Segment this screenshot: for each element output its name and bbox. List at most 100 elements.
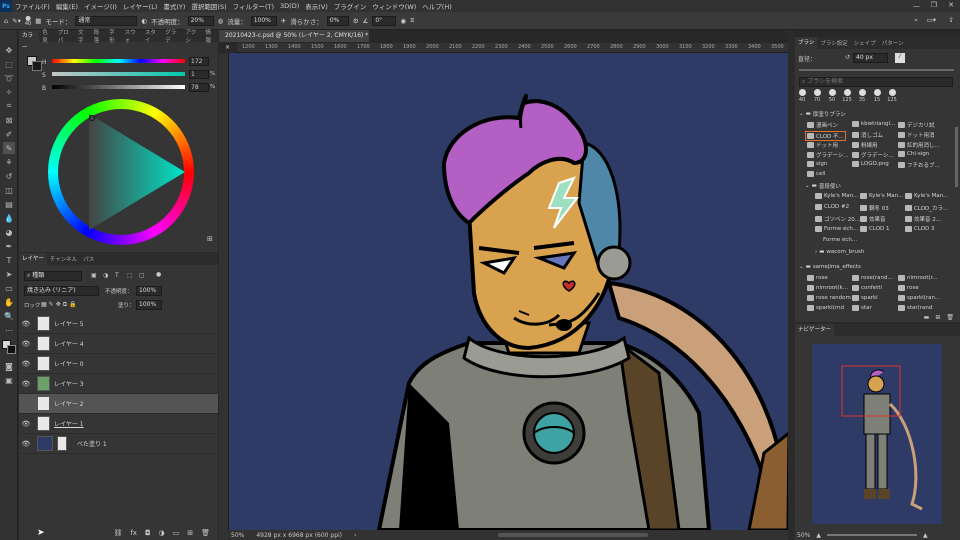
tab-styles[interactable]: スタイ [142, 28, 162, 44]
fx-icon[interactable]: fx [130, 529, 137, 537]
brush-item[interactable]: ドット用消 [898, 131, 935, 139]
flow-field[interactable]: 100% [250, 15, 277, 26]
quick-select-icon[interactable]: ✧ [3, 86, 15, 98]
tab-paragraph[interactable]: 段落 [91, 28, 107, 44]
preset-size[interactable]: 70 [810, 89, 824, 103]
brush-item[interactable]: nimroot(r... [898, 275, 938, 281]
link-icon[interactable]: ⛓ [113, 529, 122, 537]
hand-tool-icon[interactable]: ✋ [3, 296, 15, 308]
eraser-icon[interactable]: ◫ [3, 184, 15, 196]
layer-row[interactable]: 👁 べた塗り 1 [19, 434, 218, 454]
mask-icon[interactable]: ◘ [145, 529, 151, 537]
visibility-eye-icon[interactable]: 👁 [19, 340, 33, 348]
tab-character[interactable]: 文字 [75, 28, 91, 44]
preset-size[interactable]: 125 [885, 89, 899, 103]
brush-item[interactable]: 鋼冬 03 [860, 204, 889, 212]
share-icon[interactable]: ⇪ [949, 16, 954, 24]
brush-item[interactable]: star(rand [898, 305, 932, 311]
visibility-eye-icon[interactable]: 👁 [19, 420, 33, 428]
layer-opacity-field[interactable]: 100% [136, 286, 162, 296]
brush-preset-picker[interactable]: ● 40 [25, 14, 31, 26]
h-value-field[interactable]: 172 [189, 57, 209, 66]
maximize-icon[interactable]: ❐ [931, 1, 937, 9]
preset-size[interactable]: 50 [825, 89, 839, 103]
brush-item[interactable]: Kyle's Man... [815, 193, 858, 199]
brush-item[interactable]: CLOD_カラ... [905, 204, 948, 212]
navigator-zoom-slider[interactable] [826, 534, 917, 536]
brush-item[interactable]: 漫画ペン [807, 121, 838, 129]
brush-item[interactable]: rose random [807, 295, 851, 301]
brush-item[interactable]: グラデーシ... [852, 151, 894, 159]
lasso-tool-icon[interactable]: ➰ [3, 72, 15, 84]
filter-smart-icon[interactable]: ▢ [139, 272, 145, 279]
tab-navigator[interactable]: ナビゲーター [795, 324, 835, 336]
fill-field[interactable]: 100% [136, 300, 162, 310]
menu-window[interactable]: ウィンドウ(W) [369, 1, 419, 11]
layer-row[interactable]: 👁 レイヤー 3 [19, 374, 218, 394]
workspace-icon[interactable]: ▭▾ [927, 16, 936, 24]
tab-shape[interactable]: シェイプ [851, 39, 879, 47]
brush-item-selected[interactable]: CLOD 不... [805, 131, 846, 141]
menu-type[interactable]: 書式(Y) [160, 1, 188, 11]
document-info[interactable]: 4928 px x 6968 px (600 ppi) [256, 532, 342, 539]
menu-3d[interactable]: 3D(D) [277, 2, 302, 10]
menu-help[interactable]: ヘルプ(H) [419, 1, 454, 11]
marquee-tool-icon[interactable]: ⬚ [3, 58, 15, 70]
b-value-field[interactable]: 78 [189, 83, 209, 92]
brush-item[interactable]: 紅的用消し... [898, 141, 940, 149]
status-arrow-icon[interactable]: › [354, 532, 356, 539]
zoom-out-icon[interactable]: ▲ [816, 532, 821, 539]
zoom-in-icon[interactable]: ▲ [923, 532, 928, 539]
hue-slider[interactable] [52, 59, 185, 63]
visibility-eye-icon[interactable]: 👁 [19, 320, 33, 328]
tab-close-icon[interactable]: × [225, 44, 230, 51]
brush-item[interactable]: sparkl [852, 295, 878, 301]
size-slider[interactable] [799, 69, 954, 71]
brush-item[interactable]: デジカリ試 [898, 121, 935, 129]
preset-size[interactable]: 125 [840, 89, 854, 103]
pressure-size-icon[interactable]: ◉ [400, 17, 406, 25]
tab-pattern[interactable]: パターン [879, 39, 907, 47]
menu-filter[interactable]: フィルター(T) [230, 1, 277, 11]
move-tool-icon[interactable]: ✥ [3, 44, 15, 56]
brush-edit-icon[interactable]: ⁄ [895, 53, 905, 63]
brush-item[interactable]: グラデーシ... [807, 151, 849, 159]
blend-mode-select[interactable]: 焼き込み (リニア) [24, 286, 99, 296]
filter-adjust-icon[interactable]: ◑ [103, 272, 108, 279]
brush-item[interactable]: ドット用 [807, 141, 838, 149]
tab-glyphs[interactable]: 字形 [106, 28, 122, 44]
gradient-tool-icon[interactable]: ▤ [3, 198, 15, 210]
zoom-level[interactable]: 50% [231, 532, 244, 539]
navigator-preview[interactable] [812, 344, 942, 524]
lock-icons[interactable]: ▦✎✥⧉🔒 [41, 301, 78, 309]
crop-tool-icon[interactable]: ⌗ [3, 100, 15, 112]
brush-item[interactable]: Kyle's Man... [905, 193, 948, 199]
airbrush-icon[interactable]: ✈ [281, 17, 286, 25]
menu-view[interactable]: 表示(V) [302, 1, 331, 11]
bg-color-chip[interactable] [32, 61, 42, 71]
brush-group-header[interactable]: ⌄ ▬ 厚塗りブラシ [799, 110, 846, 118]
more-tools-icon[interactable]: ⋯ [3, 324, 15, 336]
brush-item[interactable]: nimroot(k... [807, 285, 848, 291]
tab-paths[interactable]: パス [80, 255, 97, 263]
angle-field[interactable]: 0° [372, 15, 397, 26]
layer-row[interactable]: 👁 レイヤー 1 [19, 414, 218, 434]
preset-size[interactable]: 15 [870, 89, 884, 103]
pressure-icon[interactable]: ◍ [218, 17, 224, 25]
new-layer-icon[interactable]: ⊞ [187, 529, 193, 537]
brush-tool-icon[interactable]: ✎▾ [12, 17, 21, 25]
navigator-zoom[interactable]: 50% [797, 532, 810, 539]
brush-item[interactable]: rose [898, 285, 919, 291]
smoothing-field[interactable]: 0% [326, 15, 349, 26]
layer-filter-select[interactable]: ⌕ 種類 [24, 271, 82, 281]
blur-tool-icon[interactable]: 💧 [3, 212, 15, 224]
visibility-eye-icon[interactable]: 👁 [19, 380, 33, 388]
rectangle-tool-icon[interactable]: ▭ [3, 282, 15, 294]
pen-tool-icon[interactable]: ✒ [3, 240, 15, 252]
brush-item[interactable]: 粉線用 [852, 141, 878, 149]
menu-file[interactable]: ファイル(F) [12, 1, 53, 11]
layer-row[interactable]: 👁 レイヤー 5 [19, 314, 218, 334]
new-brush-icon[interactable]: ⊞ [935, 314, 940, 321]
reset-size-icon[interactable]: ↺ [845, 54, 850, 61]
brush-group-header[interactable]: ⌄ ▬ samejima_effects [799, 264, 861, 270]
